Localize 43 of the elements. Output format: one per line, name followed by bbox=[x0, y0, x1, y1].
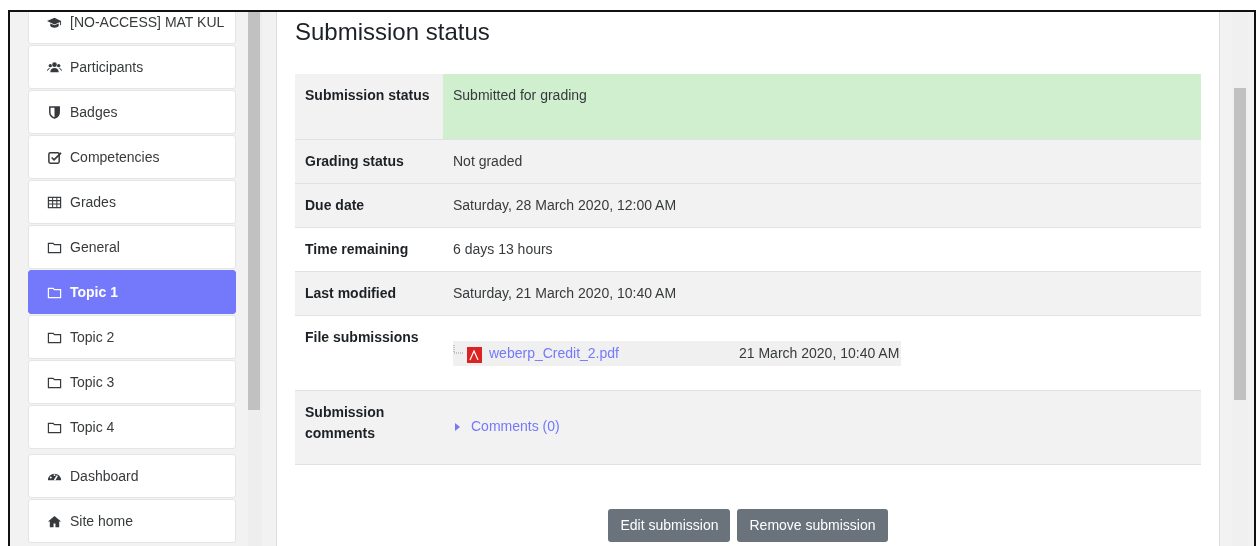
people-icon bbox=[47, 60, 62, 75]
row-label: Last modified bbox=[295, 272, 443, 315]
row-value: Submitted for grading bbox=[443, 74, 1201, 139]
row-label: Grading status bbox=[295, 140, 443, 183]
row-label: Submission status bbox=[295, 74, 443, 139]
sidebar-item[interactable]: Competencies bbox=[28, 135, 236, 179]
checkbox-icon bbox=[47, 150, 62, 165]
submission-button[interactable]: Remove submission bbox=[737, 509, 888, 542]
row-label: Due date bbox=[295, 184, 443, 227]
sidebar-item[interactable]: Topic 4 bbox=[28, 405, 236, 449]
row-label: Time remaining bbox=[304, 240, 410, 259]
sidebar-item[interactable]: Badges bbox=[28, 90, 236, 134]
table-icon bbox=[47, 195, 62, 210]
folder-icon bbox=[47, 330, 62, 345]
row-value: Saturday, 28 March 2020, 12:00 AM bbox=[443, 184, 1201, 227]
scrollbar-thumb[interactable] bbox=[1234, 88, 1246, 400]
sidebar-item[interactable]: Site home bbox=[28, 499, 236, 543]
sidebar-item[interactable]: [NO-ACCESS] MAT KUL bbox=[28, 12, 236, 44]
pdf-file-icon bbox=[453, 344, 483, 363]
folder-icon bbox=[47, 375, 62, 390]
graduation-cap-icon bbox=[47, 15, 62, 30]
expand-toggle-icon[interactable] bbox=[453, 423, 461, 432]
sidebar-item[interactable]: General bbox=[28, 225, 236, 269]
row-value: Saturday, 21 March 2020, 10:40 AM bbox=[443, 272, 1201, 315]
row-label: Submission comments bbox=[295, 391, 443, 464]
scrollbar-thumb[interactable] bbox=[248, 12, 260, 410]
file-date: 21 March 2020, 10:40 AM bbox=[739, 344, 900, 363]
row-value: Not graded bbox=[443, 140, 1201, 183]
sidebar-item[interactable]: Grades bbox=[28, 180, 236, 224]
sidebar-item[interactable]: Dashboard bbox=[28, 454, 236, 498]
row-value: 6 days 13 hours bbox=[452, 240, 554, 259]
home-icon bbox=[47, 514, 62, 529]
folder-icon bbox=[47, 285, 62, 300]
sidebar-item[interactable]: Participants bbox=[28, 45, 236, 89]
sidebar-item[interactable]: Topic 2 bbox=[28, 315, 236, 359]
section-heading: Submission status bbox=[295, 17, 491, 47]
shield-icon bbox=[47, 105, 62, 120]
submission-button[interactable]: Edit submission bbox=[608, 509, 731, 542]
row-label: File submissions bbox=[304, 328, 420, 347]
folder-icon bbox=[47, 240, 62, 255]
sidebar-item[interactable]: Topic 1 bbox=[28, 270, 236, 314]
sidebar-item[interactable]: Topic 3 bbox=[28, 360, 236, 404]
folder-icon bbox=[47, 420, 62, 435]
